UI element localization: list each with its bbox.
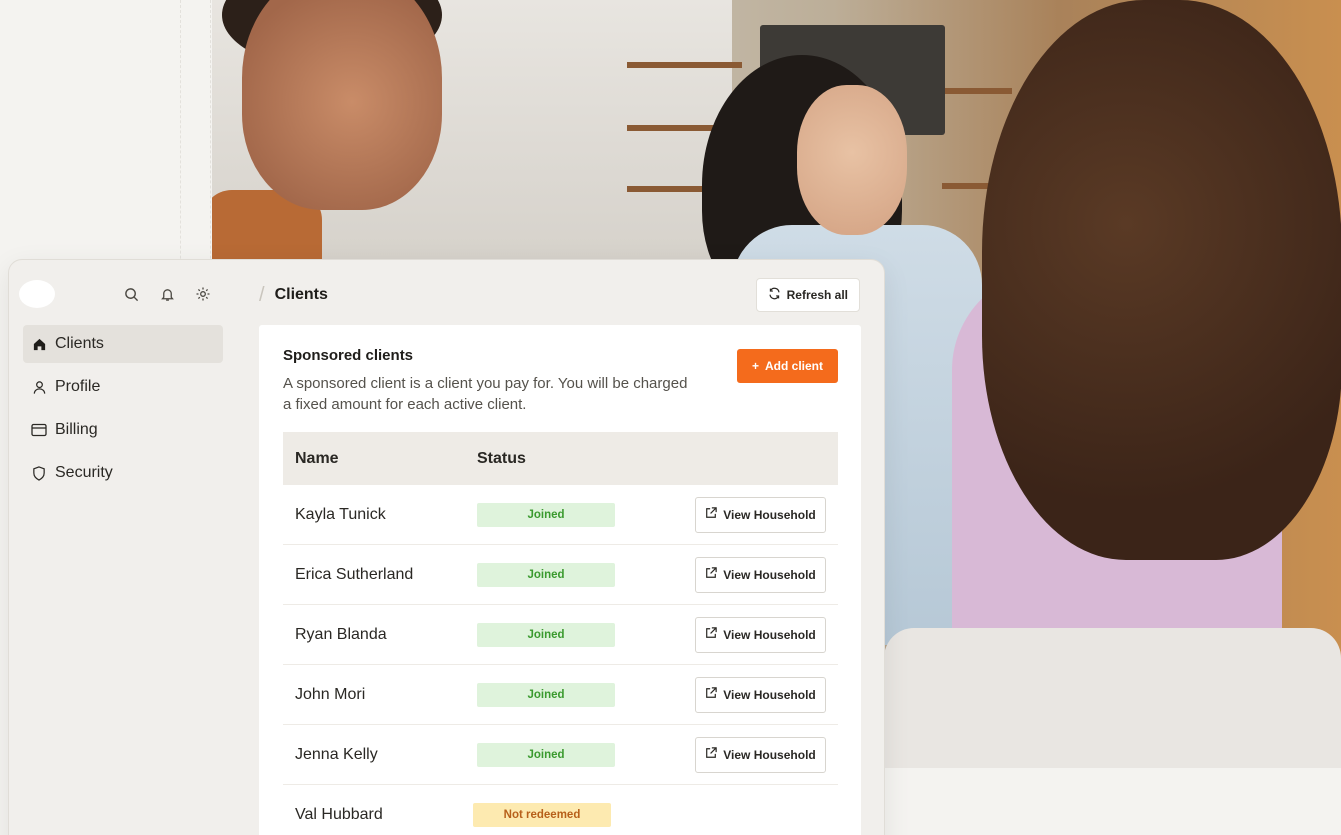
- view-household-button[interactable]: View Household: [695, 616, 826, 653]
- view-household-button[interactable]: View Household: [695, 736, 826, 773]
- add-client-label: Add client: [765, 359, 824, 373]
- plus-icon: +: [751, 359, 759, 373]
- search-icon[interactable]: [121, 284, 141, 304]
- view-household-button[interactable]: View Household: [695, 676, 826, 713]
- external-link-icon: [705, 747, 718, 762]
- top-icons: [121, 284, 213, 304]
- status-badge: Joined: [477, 742, 615, 767]
- external-link-icon: [705, 687, 718, 702]
- column-header-name: Name: [295, 449, 339, 467]
- credit-card-icon: [31, 422, 47, 438]
- gear-icon[interactable]: [193, 284, 213, 304]
- sidebar-item-label: Profile: [55, 378, 101, 395]
- logo: [19, 280, 55, 308]
- main-header: / Clients Refresh all: [259, 278, 860, 312]
- view-household-label: View Household: [723, 627, 816, 642]
- sidebar-item-profile[interactable]: Profile: [23, 368, 223, 406]
- home-icon: [31, 336, 47, 352]
- page-title: Clients: [274, 286, 328, 303]
- client-name: Jenna Kelly: [295, 745, 378, 763]
- column-header-status: Status: [477, 449, 526, 467]
- user-icon: [31, 379, 47, 395]
- table-row: John Mori Joined View Household: [283, 665, 838, 725]
- external-link-icon: [705, 627, 718, 642]
- view-household-label: View Household: [723, 747, 816, 762]
- refresh-icon: [768, 287, 781, 303]
- status-badge: Joined: [477, 622, 615, 647]
- clients-table: Name Status Kayla Tunick Joined View Hou…: [283, 432, 838, 835]
- refresh-all-button[interactable]: Refresh all: [755, 278, 860, 312]
- clients-panel: Sponsored clients A sponsored client is …: [259, 325, 861, 835]
- table-header: Name Status: [283, 432, 838, 485]
- external-link-icon: [705, 507, 718, 522]
- sidebar-item-clients[interactable]: Clients: [23, 325, 223, 363]
- table-row: Val Hubbard Not redeemed: [283, 785, 838, 835]
- view-household-button[interactable]: View Household: [695, 556, 826, 593]
- sidebar-item-label: Security: [55, 464, 113, 481]
- status-badge: Not redeemed: [473, 802, 611, 827]
- sidebar-item-billing[interactable]: Billing: [23, 411, 223, 449]
- client-name: Ryan Blanda: [295, 625, 387, 643]
- sidebar-nav: Clients Profile Billing Security: [23, 325, 223, 497]
- table-row: Kayla Tunick Joined View Household: [283, 485, 838, 545]
- status-badge: Joined: [477, 562, 615, 587]
- status-badge: Joined: [477, 682, 615, 707]
- add-client-button[interactable]: + Add client: [737, 349, 838, 383]
- view-household-label: View Household: [723, 567, 816, 582]
- section-title: Sponsored clients: [283, 347, 414, 364]
- breadcrumb-separator: /: [259, 283, 265, 306]
- sidebar-item-security[interactable]: Security: [23, 454, 223, 492]
- view-household-label: View Household: [723, 687, 816, 702]
- client-name: John Mori: [295, 685, 366, 703]
- table-row: Ryan Blanda Joined View Household: [283, 605, 838, 665]
- section-description: A sponsored client is a client you pay f…: [283, 375, 688, 413]
- refresh-all-label: Refresh all: [786, 288, 848, 302]
- sidebar-item-label: Clients: [55, 335, 104, 352]
- table-row: Jenna Kelly Joined View Household: [283, 725, 838, 785]
- sidebar-item-label: Billing: [55, 421, 98, 438]
- bell-icon[interactable]: [157, 284, 177, 304]
- app-window: Clients Profile Billing Security / Clien…: [8, 259, 885, 835]
- shield-icon: [31, 465, 47, 481]
- table-row: Erica Sutherland Joined View Household: [283, 545, 838, 605]
- view-household-label: View Household: [723, 507, 816, 522]
- sidebar: Clients Profile Billing Security: [9, 260, 239, 835]
- client-name: Val Hubbard: [295, 805, 383, 823]
- view-household-button[interactable]: View Household: [695, 496, 826, 533]
- external-link-icon: [705, 567, 718, 582]
- status-badge: Joined: [477, 502, 615, 527]
- client-name: Erica Sutherland: [295, 565, 414, 583]
- client-name: Kayla Tunick: [295, 505, 386, 523]
